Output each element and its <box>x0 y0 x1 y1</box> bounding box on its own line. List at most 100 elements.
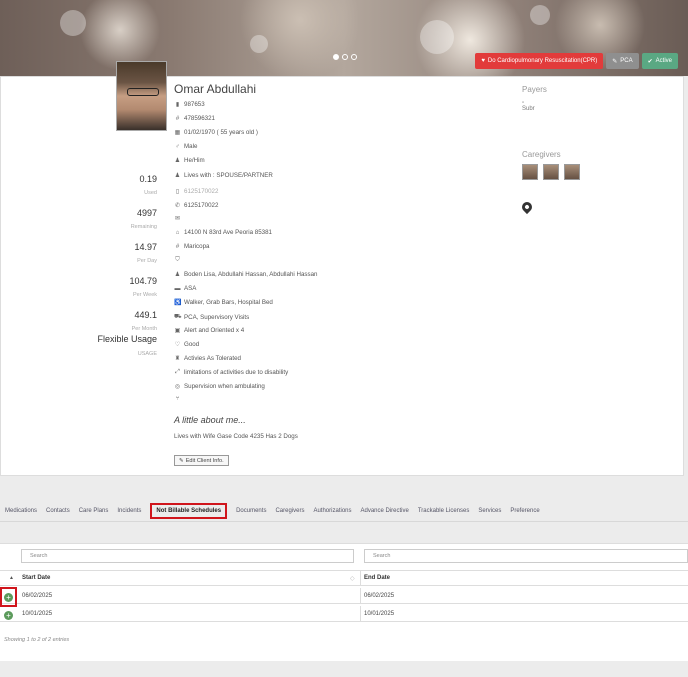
usage-used: 0.19 <box>139 174 157 184</box>
users-icon: ♟ <box>174 173 181 179</box>
county: Maricopa <box>184 243 210 250</box>
sort-icon[interactable]: ◇ <box>350 571 355 585</box>
column-divider <box>360 571 361 585</box>
payer-image[interactable]: ▫ Subr <box>522 100 535 112</box>
county-icon: # <box>175 243 180 250</box>
payer-image-alt: Subr <box>522 106 535 112</box>
gender-icon: ♂ <box>175 143 180 150</box>
start-date-search-input[interactable]: Search <box>21 549 354 563</box>
supervision-row: ◎ Supervision when ambulating <box>174 383 265 390</box>
tab-not-billable-schedules[interactable]: Not Billable Schedules <box>150 503 228 519</box>
active-badge[interactable]: ✔ Active <box>641 53 678 69</box>
supervision: Supervision when ambulating <box>184 383 265 390</box>
equipment-row: ♿ Walker, Grab Bars, Hospital Bed <box>174 299 273 306</box>
mobile-icon: ▯ <box>175 189 180 195</box>
tab-care-plans[interactable]: Care Plans <box>79 508 109 514</box>
wheelchair-icon: ♿ <box>174 300 182 306</box>
client-name: Omar Abdullahi <box>174 82 257 96</box>
edit-client-button[interactable]: ✎ Edit Client Info. <box>174 455 229 466</box>
tab-contacts[interactable]: Contacts <box>46 508 70 514</box>
tab-documents[interactable]: Documents <box>236 508 266 514</box>
carousel-dot[interactable] <box>342 54 348 60</box>
expand-icon: ⤢ <box>175 369 180 375</box>
activities: Activies As Tolerated <box>184 355 241 362</box>
pronouns: He/Him <box>184 157 205 164</box>
heart-icon: ♥ <box>481 58 485 64</box>
end-date-search-input[interactable]: Search <box>364 549 688 563</box>
usage-remaining-label: Remaining <box>130 224 157 230</box>
about-text: Lives with Wife Gase Code 4235 Has 2 Dog… <box>174 433 298 440</box>
services-row: ⛟ PCA, Supervisory Visits <box>174 313 249 321</box>
eye-icon: ◎ <box>174 384 181 390</box>
caregiver-avatar[interactable] <box>564 164 580 180</box>
usage-per-month: 449.1 <box>134 310 157 320</box>
profile-banner: ♥ Do Cardiopulmonary Resuscitation(CPR) ✎… <box>0 0 688 76</box>
start-date-cell: 10/01/2025 <box>22 610 53 617</box>
usage-used-label: Used <box>144 190 157 196</box>
tab-authorizations[interactable]: Authorizations <box>313 508 351 514</box>
tab-bar: Medications Contacts Care Plans Incident… <box>0 500 688 522</box>
profile-card <box>0 76 684 476</box>
tab-caregivers[interactable]: Caregivers <box>275 508 304 514</box>
hash-icon: # <box>175 115 180 122</box>
limitations-row: ⤢ limitations of activities due to disabi… <box>174 369 288 376</box>
user-icon: ♟ <box>174 158 181 164</box>
banner-decoration <box>250 35 268 53</box>
table-row[interactable]: 06/02/2025 06/02/2025 <box>0 588 688 604</box>
caregiver-avatar[interactable] <box>522 164 538 180</box>
client-id-row: ▮ 987653 <box>174 101 205 108</box>
tab-divider <box>0 521 688 522</box>
table-header: ▲ Start Date ◇ End Date <box>0 570 688 586</box>
carousel-dot[interactable] <box>333 54 339 60</box>
banner-decoration <box>530 5 550 25</box>
id-icon: ▮ <box>175 102 180 108</box>
column-divider <box>360 588 361 603</box>
usage-remaining: 4997 <box>136 208 157 218</box>
heartbeat-icon: ♡ <box>174 342 181 348</box>
tab-incidents[interactable]: Incidents <box>117 508 141 514</box>
tab-advance-directive[interactable]: Advance Directive <box>361 508 409 514</box>
cart-icon: ⛟ <box>174 314 182 320</box>
program-row: ▬ ASA <box>174 285 197 292</box>
col-start-date[interactable]: Start Date <box>22 571 50 585</box>
status-badges: ♥ Do Cardiopulmonary Resuscitation(CPR) ✎… <box>475 53 678 69</box>
table-row[interactable]: 10/01/2025 10/01/2025 <box>0 606 688 622</box>
col-end-date[interactable]: End Date <box>364 571 390 585</box>
alt-phone-row: ▯ 6125170022 <box>174 188 219 195</box>
pronouns-row: ♟ He/Him <box>174 157 205 164</box>
edit-icon: ✎ <box>179 457 184 464</box>
usage-per-day: 14.97 <box>134 242 157 252</box>
cpr-badge[interactable]: ♥ Do Cardiopulmonary Resuscitation(CPR) <box>475 53 604 69</box>
highlight-box <box>0 587 17 607</box>
usage-per-week: 104.79 <box>129 276 157 286</box>
phone-icon: ✆ <box>174 203 181 209</box>
limitations: limitations of activities due to disabil… <box>184 369 289 376</box>
expand-row-icon[interactable]: + <box>4 611 13 620</box>
tab-preference[interactable]: Preference <box>510 508 539 514</box>
usage-type: Flexible Usage <box>97 334 157 344</box>
tab-trackable-licenses[interactable]: Trackable Licenses <box>418 508 469 514</box>
gender: Male <box>184 143 198 150</box>
active-badge-label: Active <box>655 58 672 64</box>
lives-with-row: ♟ Lives with : SPOUSE/PARTNER <box>174 172 273 179</box>
equipment: Walker, Grab Bars, Hospital Bed <box>184 299 273 306</box>
services: PCA, Supervisory Visits <box>184 313 250 321</box>
shield-icon: ⛉ <box>175 257 180 263</box>
pca-badge[interactable]: ✎ PCA <box>606 53 639 69</box>
carousel-dots[interactable] <box>333 54 357 60</box>
carousel-dot[interactable] <box>351 54 357 60</box>
caregiver-avatar[interactable] <box>543 164 559 180</box>
about-title: A little about me... <box>174 415 246 425</box>
end-date-cell: 06/02/2025 <box>364 592 395 599</box>
tab-medications[interactable]: Medications <box>5 508 37 514</box>
column-divider <box>360 606 361 621</box>
usage-per-month-label: Per Month <box>131 326 157 332</box>
shield-row: ⛉ <box>174 257 181 264</box>
start-date-cell: 06/02/2025 <box>22 592 53 599</box>
dining-row: ⑂ <box>174 396 181 402</box>
tab-services[interactable]: Services <box>478 508 501 514</box>
sort-asc-icon[interactable]: ▲ <box>9 571 14 585</box>
orientation-row: ▣ Alert and Oriented x 4 <box>174 327 245 334</box>
activities-row: ♜ Activies As Tolerated <box>174 355 241 362</box>
cpr-badge-label: Do Cardiopulmonary Resuscitation(CPR) <box>487 58 598 64</box>
